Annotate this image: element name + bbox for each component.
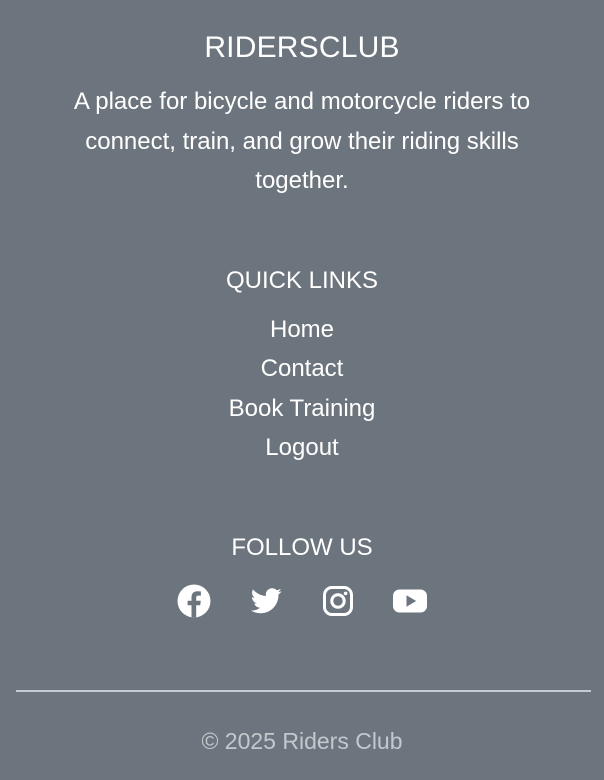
youtube-icon[interactable] <box>392 583 428 619</box>
quick-link-item: Contact <box>0 349 604 388</box>
quick-link-item: Logout <box>0 428 604 467</box>
quick-link-item: Home <box>0 310 604 349</box>
copyright-text: © 2025 Riders Club <box>201 728 403 754</box>
follow-us-heading: FOLLOW US <box>231 534 373 561</box>
quick-links-heading: QUICK LINKS <box>225 267 379 294</box>
brand-title: RIDERSCLUB <box>204 31 400 64</box>
quick-links-list: Home Contact Book Training Logout <box>0 310 604 467</box>
home-link[interactable]: Home <box>270 316 334 343</box>
facebook-icon[interactable] <box>176 583 212 619</box>
site-footer: RIDERSCLUB A place for bicycle and motor… <box>0 0 604 780</box>
book-training-link[interactable]: Book Training <box>229 395 376 422</box>
quick-link-item: Book Training <box>0 389 604 428</box>
footer-divider <box>16 690 591 692</box>
contact-link[interactable]: Contact <box>261 355 344 382</box>
logout-link[interactable]: Logout <box>265 434 338 461</box>
social-links <box>0 583 604 621</box>
brand-description: A place for bicycle and motorcycle rider… <box>73 88 531 194</box>
twitter-icon[interactable] <box>248 583 284 619</box>
instagram-icon[interactable] <box>320 583 356 619</box>
